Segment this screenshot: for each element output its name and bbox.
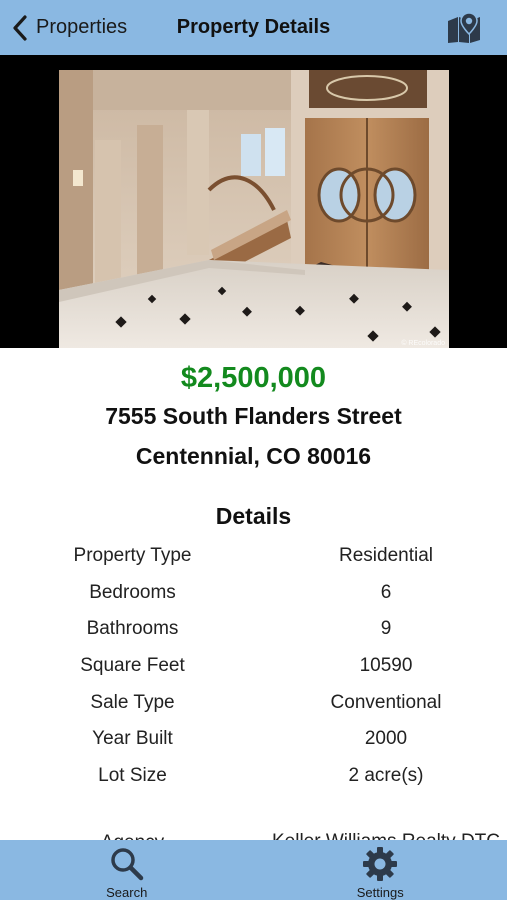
detail-row-year-built: Year Built 2000 <box>0 721 507 758</box>
detail-key: Lot Size <box>98 764 167 786</box>
detail-row-square-feet: Square Feet 10590 <box>0 648 507 685</box>
navigation-bar: Property Details Properties <box>0 0 507 55</box>
detail-row-bathrooms: Bathrooms 9 <box>0 611 507 648</box>
detail-key: Year Built <box>92 728 173 750</box>
detail-value: 2 acre(s) <box>348 764 424 786</box>
detail-value: 6 <box>380 581 392 603</box>
detail-row-bedrooms: Bedrooms 6 <box>0 575 507 612</box>
detail-key: Square Feet <box>80 655 185 677</box>
tab-search-label: Search <box>106 885 148 900</box>
photo-watermark: © REcolorado <box>401 340 445 347</box>
address-line-2: Centennial, CO 80016 <box>135 443 372 469</box>
tab-bar: Search Settings <box>0 840 507 900</box>
detail-row-property-type: Property Type Residential <box>0 538 507 575</box>
detail-key: Sale Type <box>90 691 175 713</box>
address-line-1: 7555 South Flanders Street <box>105 403 402 429</box>
property-details-scroll[interactable]: © REcolorado $2,500,000 7555 South Fland… <box>0 55 507 840</box>
property-photo-image <box>59 70 449 348</box>
tab-settings[interactable]: Settings <box>254 840 507 900</box>
detail-value: 2000 <box>364 728 408 750</box>
detail-row-lot-size: Lot Size 2 acre(s) <box>0 758 507 795</box>
detail-value: Keller Williams Realty DTC <box>265 830 507 840</box>
tab-search[interactable]: Search <box>0 840 254 900</box>
map-icon <box>448 12 480 43</box>
search-icon <box>111 848 143 881</box>
detail-key: Agency <box>0 832 265 840</box>
detail-row-sale-type: Sale Type Conventional <box>0 684 507 721</box>
detail-value: 10590 <box>359 655 413 677</box>
detail-key: Bathrooms <box>86 618 179 640</box>
detail-key: Bedrooms <box>89 581 176 603</box>
detail-value: 9 <box>380 618 392 640</box>
map-button[interactable] <box>447 12 481 44</box>
listing-price: $2,500,000 <box>180 362 327 394</box>
detail-key: Property Type <box>73 545 192 567</box>
tab-settings-label: Settings <box>356 885 404 900</box>
detail-value: Residential <box>339 545 433 567</box>
property-photo[interactable]: © REcolorado <box>59 70 449 348</box>
back-button[interactable]: Properties <box>10 0 127 55</box>
chevron-left-icon <box>13 14 27 41</box>
photo-area: © REcolorado <box>0 55 507 348</box>
details-heading: Details <box>215 503 292 529</box>
detail-value: Conventional <box>330 691 442 713</box>
gear-icon <box>363 847 398 881</box>
back-button-label: Properties <box>36 16 128 38</box>
details-table: Property Type Residential Bedrooms 6 Bat… <box>0 538 507 840</box>
detail-row-agency: Agency Keller Williams Realty DTC <box>0 794 507 840</box>
